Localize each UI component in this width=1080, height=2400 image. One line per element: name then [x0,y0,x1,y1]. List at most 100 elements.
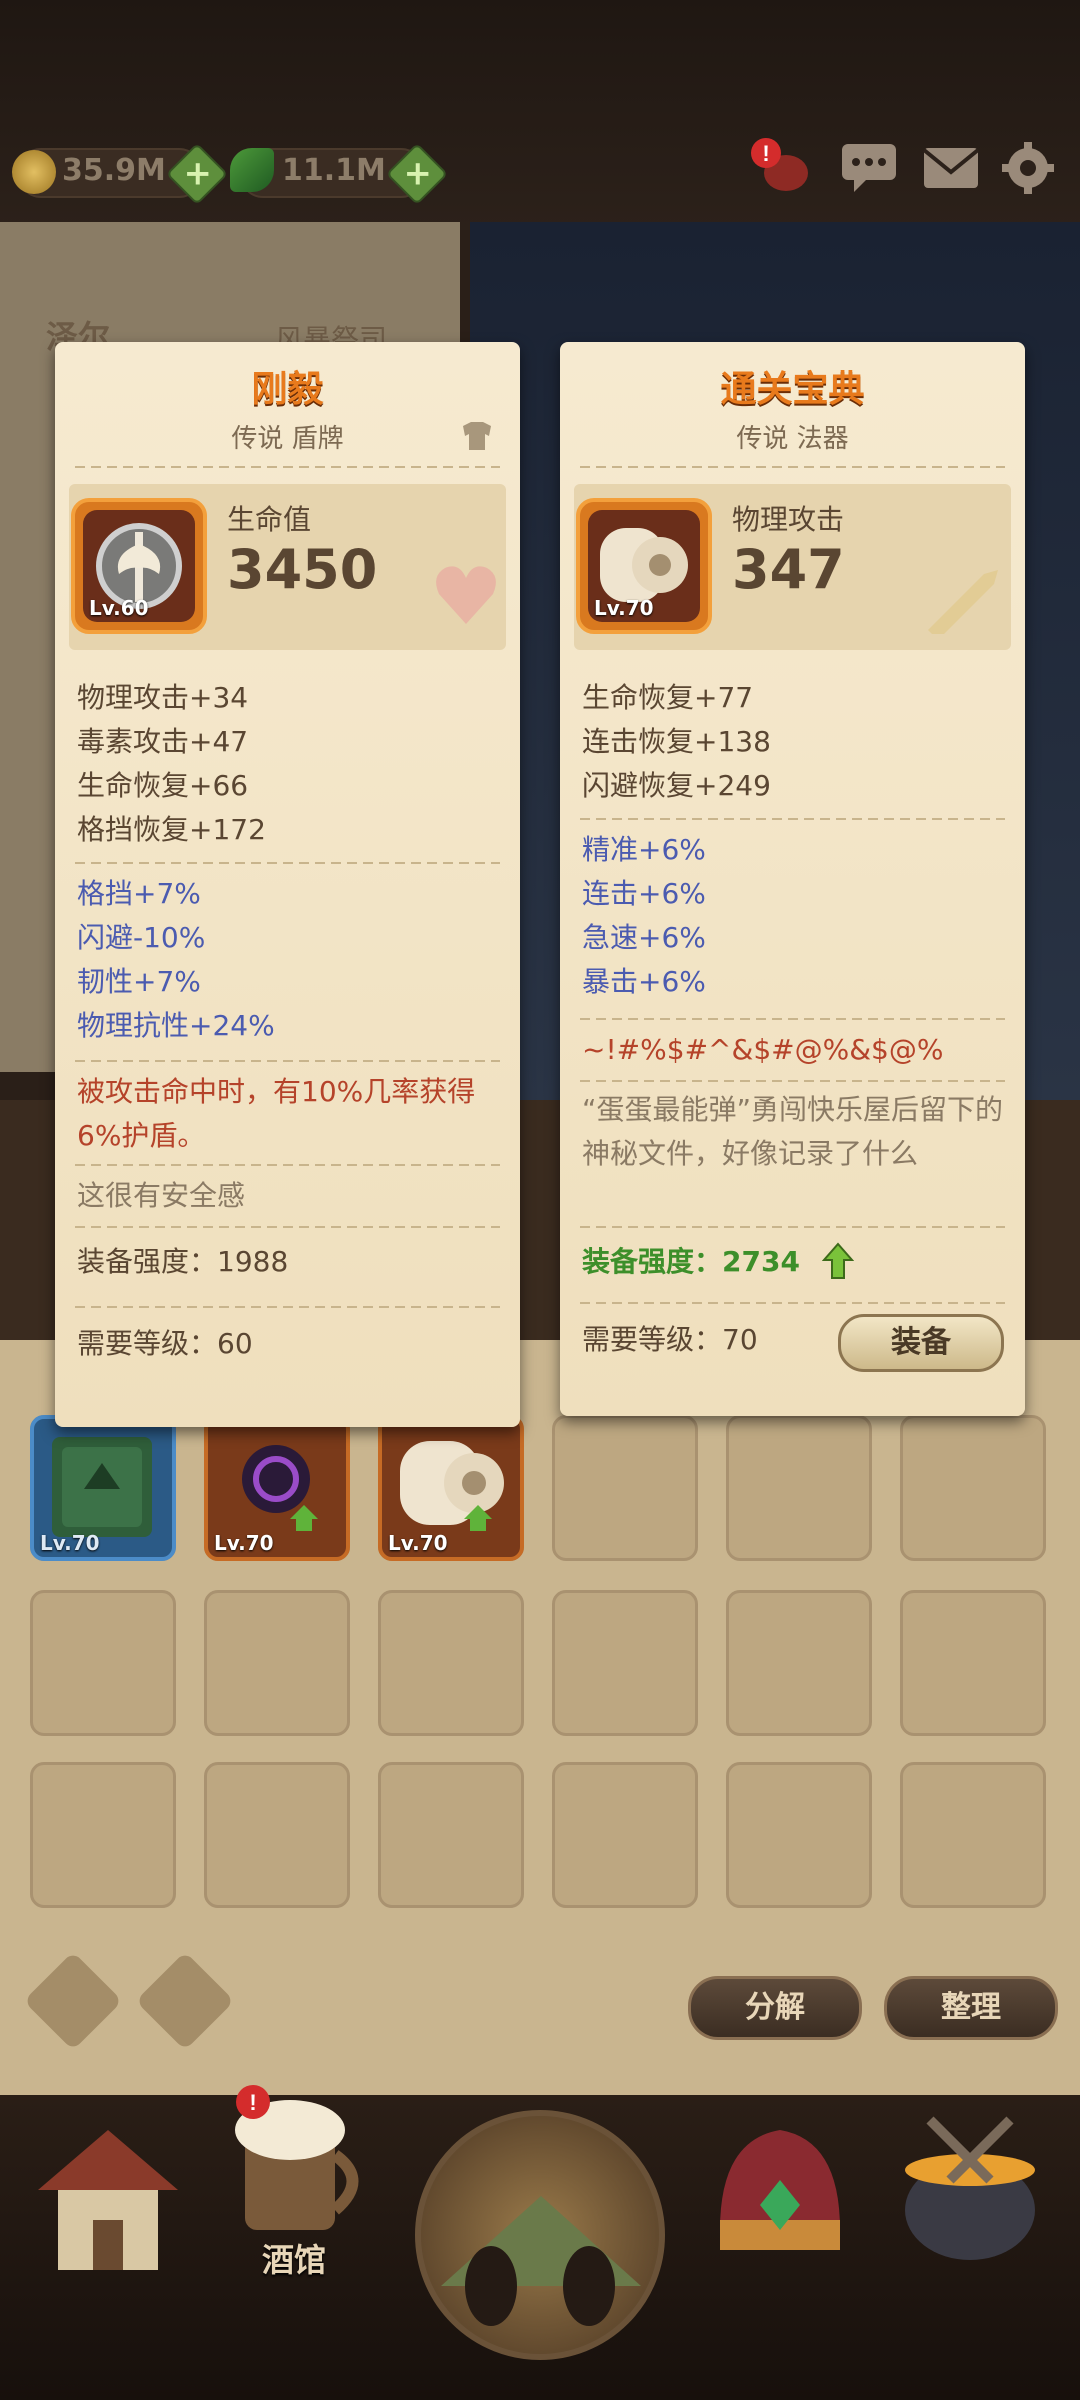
inventory-slot[interactable] [204,1590,350,1736]
base-stats-list: 生命恢复+77 连击恢复+138 闪避恢复+249 [582,676,1007,808]
bonus-stat: 格挡+7% [77,877,201,910]
inventory-slot[interactable] [726,1415,872,1561]
sort-button[interactable]: 整理 [884,1976,1058,2040]
gear-icon [1002,142,1054,194]
decompose-button[interactable]: 分解 [688,1976,862,2040]
svg-text:!: ! [762,141,769,166]
base-stat: 闪避恢复+249 [582,769,771,802]
helmet-icon [720,2130,840,2250]
item-level: Lv.70 [40,1531,100,1555]
base-stat: 毒素攻击+47 [77,725,249,758]
divider [75,1164,500,1166]
divider [580,818,1005,820]
item-level: Lv.70 [594,596,654,620]
house-icon [38,2130,178,2270]
divider [580,466,1005,468]
required-level: 需要等级：60 [77,1327,253,1360]
special-effect: 被攻击命中时，有10%几率获得6%护盾。 [77,1075,476,1152]
inventory-slot[interactable] [378,1590,524,1736]
pouch-icon: ! [751,138,808,191]
inventory-slot[interactable] [204,1762,350,1908]
item-icon: Lv.60 [83,510,195,622]
special-effect: ~!#%$#^&$#@%&$@% [582,1033,944,1066]
chat-icon [842,144,896,192]
beer-mug-icon: ! [235,2085,359,2230]
nav-tavern-label: 酒馆 [262,2241,327,2279]
inventory-slot[interactable] [552,1415,698,1561]
item-level: Lv.70 [214,1531,274,1555]
bonus-stat: 急速+6% [582,921,706,954]
bonus-stats-list: 精准+6% 连击+6% 急速+6% 暴击+6% [582,828,1007,1004]
equipment-strength: 装备强度：1988 [77,1245,289,1278]
inventory-slot[interactable] [900,1415,1046,1561]
divider [75,1226,500,1228]
event-pouch-button[interactable]: ! [750,135,808,191]
adventure-portal-icon [441,2196,641,2326]
main-stat-value: 347 [732,538,845,601]
item-icon-frame: Lv.70 [576,498,712,634]
base-stat: 格挡恢复+172 [77,813,266,846]
item-title: 通关宝典 [720,369,865,410]
inventory-slot[interactable] [726,1762,872,1908]
bonus-stat: 物理抗性+24% [77,1009,275,1042]
sword-watermark-icon [928,570,998,634]
equipment-strength: 装备强度：2734 [582,1245,800,1278]
inventory-slot[interactable] [30,1590,176,1736]
inventory-slot[interactable] [726,1590,872,1736]
divider [75,1060,500,1062]
bonus-stat: 连击+6% [582,877,706,910]
inventory-slot[interactable] [378,1762,524,1908]
equip-button[interactable]: 装备 [838,1314,1004,1372]
nav-helmet-button[interactable] [690,2100,870,2280]
flavor-text: “蛋蛋最能弹”勇闯快乐屋后留下的神秘文件，好像记录了什么 [582,1093,1004,1170]
gold-coin-icon [12,150,56,194]
main-stat-box: Lv.70 物理攻击 347 [574,484,1011,650]
inventory-item-dark-orb[interactable]: Lv.70 [204,1415,350,1561]
plus-icon: + [183,153,212,194]
divider [580,1302,1005,1304]
divider [580,1226,1005,1228]
inventory-slot[interactable] [30,1762,176,1908]
item-icon: Lv.70 [588,510,700,622]
flavor-text: 这很有安全感 [77,1179,246,1212]
divider [580,1018,1005,1020]
item-rarity-type: 传说 盾牌 [231,424,344,454]
plus-icon: + [403,153,432,194]
chat-button[interactable] [840,142,898,194]
tavern-alert: ! [249,2090,256,2115]
cauldron-icon [905,2116,1035,2260]
nav-tavern-button[interactable]: ! [205,2080,385,2260]
item-rarity-type: 传说 法器 [736,424,849,454]
inventory-item-scroll[interactable]: Lv.70 [378,1415,524,1561]
main-stat-label: 物理攻击 [732,503,845,536]
upgrade-arrow-icon [822,1242,854,1279]
mail-icon [922,148,980,188]
main-stat-value: 3450 [227,538,378,601]
base-stat: 生命恢复+66 [77,769,249,802]
divider [580,1080,1005,1082]
nav-forge-button[interactable] [880,2100,1060,2280]
nav-town-button[interactable] [18,2110,198,2290]
settings-button[interactable] [1000,140,1058,194]
divider [75,862,500,864]
heart-watermark-icon [436,566,496,624]
item-level: Lv.60 [89,596,149,620]
bonus-stat: 暴击+6% [582,965,706,998]
compare-item-card: 通关宝典 传说 法器 Lv.70 物理攻击 347 生命恢复+77 连击恢复+1… [560,342,1025,1416]
inventory-slot[interactable] [900,1762,1046,1908]
armor-slot-icon [463,422,491,450]
required-level: 需要等级：70 [582,1323,758,1356]
bonus-stats-list: 格挡+7% 闪避-10% 韧性+7% 物理抗性+24% [77,872,502,1048]
main-stat-label: 生命值 [227,503,312,536]
inventory-slot[interactable] [552,1762,698,1908]
inventory-item-green-book[interactable]: Lv.70 [30,1415,176,1561]
main-stat-box: Lv.60 生命值 3450 [69,484,506,650]
nav-adventure-button[interactable] [415,2110,665,2360]
inventory-slot[interactable] [552,1590,698,1736]
base-stat: 连击恢复+138 [582,725,771,758]
inventory-slot[interactable] [900,1590,1046,1736]
base-stats-list: 物理攻击+34 毒素攻击+47 生命恢复+66 格挡恢复+172 [77,676,502,852]
mail-button[interactable] [922,144,980,196]
bonus-stat: 韧性+7% [77,965,201,998]
item-icon-frame: Lv.60 [71,498,207,634]
